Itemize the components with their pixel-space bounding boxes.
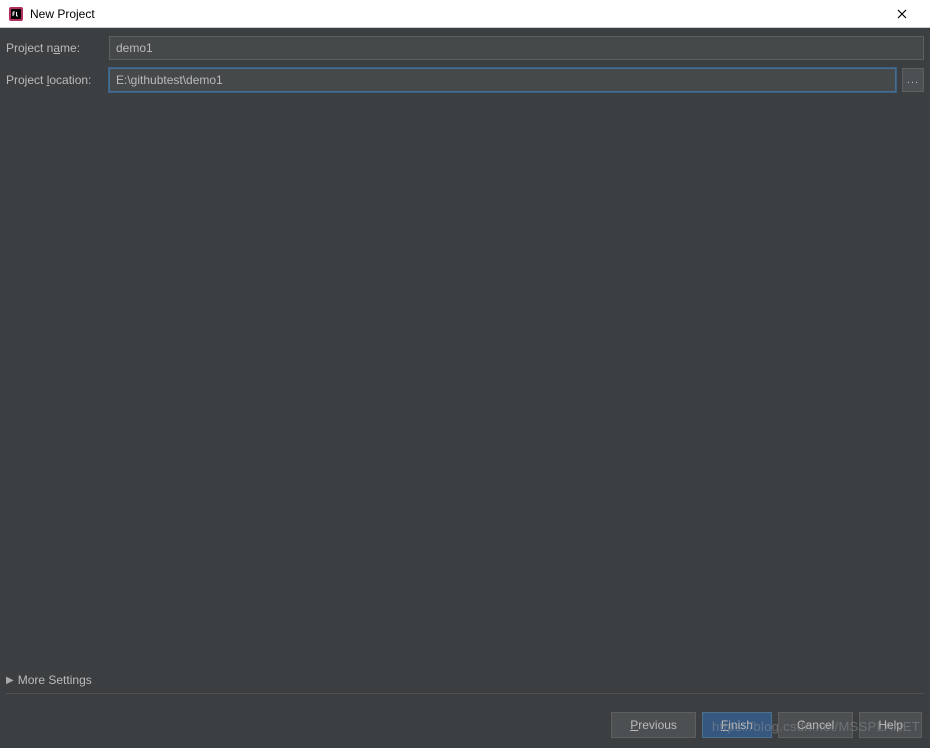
cancel-button[interactable]: Cancel — [778, 712, 853, 738]
project-name-row: Project name: — [6, 36, 924, 60]
project-location-input[interactable] — [109, 68, 896, 92]
help-button[interactable]: Help — [859, 712, 922, 738]
project-name-label: Project name: — [6, 41, 103, 55]
project-location-label: Project location: — [6, 73, 103, 87]
more-settings-label: More Settings — [18, 673, 92, 687]
titlebar: New Project — [0, 0, 930, 28]
window-title: New Project — [30, 7, 95, 21]
project-location-row: Project location: ... — [6, 68, 924, 92]
content-area: Project name: Project location: ... — [0, 28, 930, 92]
project-name-input[interactable] — [109, 36, 924, 60]
browse-button[interactable]: ... — [902, 68, 924, 92]
previous-button[interactable]: Previous — [611, 712, 696, 738]
more-settings-toggle[interactable]: ▶ More Settings — [6, 673, 924, 694]
finish-button[interactable]: Finish — [702, 712, 772, 738]
app-icon — [8, 6, 24, 22]
footer-buttons: Previous Finish Cancel Help — [611, 712, 922, 738]
close-button[interactable] — [882, 0, 922, 28]
titlebar-left: New Project — [8, 6, 95, 22]
expand-arrow-icon: ▶ — [6, 675, 14, 686]
